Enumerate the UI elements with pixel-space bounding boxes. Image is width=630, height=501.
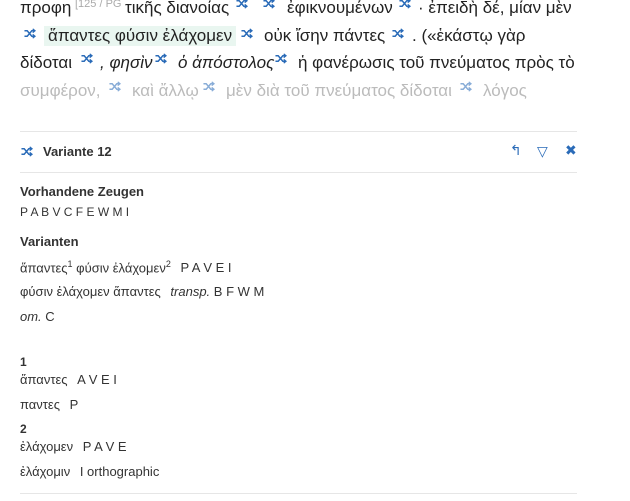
subvariant-text: ἐλάχομεν [20, 439, 74, 454]
shuffle-icon[interactable] [154, 53, 167, 64]
shuffle-icon[interactable] [80, 53, 93, 64]
shuffle-icon[interactable] [398, 0, 411, 9]
variant-note: transp. [170, 284, 211, 299]
variants-heading: Varianten [20, 234, 79, 249]
word: τικῆς διανοίας [125, 0, 230, 17]
page-reference: [125 / PG [75, 0, 122, 10]
word: δίδοται [20, 53, 72, 72]
subvariant-sigla: P [69, 397, 79, 412]
shuffle-icon[interactable] [391, 28, 404, 39]
word: , φησὶν [100, 53, 153, 72]
shuffle-icon[interactable] [202, 81, 215, 92]
subvariant-text: ἅπαντες [20, 372, 68, 387]
subvariant-text: παντες [20, 397, 60, 412]
word: ὁ ἀπόστολος [178, 53, 275, 72]
word: οὐκ ἴσην πάντες [264, 26, 386, 45]
shuffle-icon[interactable] [235, 0, 248, 9]
shuffle-icon[interactable] [240, 28, 253, 39]
subvariant-row[interactable]: ἅπαντες A V E I [20, 372, 117, 387]
back-arrow-icon[interactable]: ↰ [510, 142, 522, 159]
divider [20, 131, 577, 132]
word: προφη [20, 0, 72, 17]
shuffle-icon[interactable] [108, 81, 121, 92]
word: ἐφικνουμένων [287, 0, 393, 17]
shuffle-icon[interactable] [262, 0, 275, 9]
divider [20, 172, 577, 173]
shuffle-icon[interactable] [23, 28, 36, 39]
variant-sigla: C [45, 309, 55, 324]
subvariant-text: ἐλάχομιν [20, 464, 71, 479]
variant-text: φύσιν ἐλάχομεν [76, 260, 166, 276]
footnote-ref: 1 [67, 259, 73, 269]
variant-text: φύσιν ἐλάχομεν ἅπαντες [20, 284, 161, 299]
subvariant-sigla: I orthographic [79, 464, 160, 479]
variant-reading-1[interactable]: ἅπαντες1 φύσιν ἐλάχομεν2 P A V E I [20, 259, 232, 275]
shuffle-icon [20, 146, 33, 157]
variant-note: om. [20, 309, 42, 324]
shuffle-icon[interactable] [459, 81, 472, 92]
subvariant-sigla: P A V E [82, 439, 127, 454]
subvariant-row[interactable]: παντες P [20, 397, 78, 412]
variant-panel-title: Variante 12 [43, 144, 112, 159]
variant-sigla: P A V E I [180, 260, 232, 276]
variant-text: ἅπαντες [20, 260, 68, 276]
shuffle-icon[interactable] [274, 53, 287, 64]
word: · ἐπειδὴ δέ, μίαν μὲν [418, 0, 572, 17]
word: καὶ ἄλλῳ [132, 81, 199, 100]
close-icon[interactable]: ✖ [565, 142, 577, 159]
filter-icon[interactable]: ▽ [537, 143, 548, 160]
word: . («ἑκάστῳ γὰρ [412, 26, 526, 45]
word: συμφέρον, [20, 81, 101, 100]
subvariant-number: 1 [20, 355, 27, 369]
witnesses-heading: Vorhandene Zeugen [20, 184, 144, 199]
highlighted-lemma[interactable]: ἅπαντες φύσιν ἐλάχομεν [44, 26, 237, 46]
word: λόγος [483, 81, 527, 100]
variant-reading-3[interactable]: om. C [20, 309, 55, 324]
variant-sigla: B F W M [213, 284, 265, 299]
subvariant-sigla: A V E I [77, 372, 117, 387]
subvariant-row[interactable]: ἐλάχομεν P A V E [20, 439, 127, 454]
footnote-ref: 2 [165, 259, 171, 269]
divider [20, 493, 577, 494]
subvariant-number: 2 [20, 422, 27, 436]
subvariant-row[interactable]: ἐλάχομιν I orthographic [20, 464, 159, 479]
word: ἡ φανέρωσις τοῦ πνεύματος πρὸς τὸ [298, 53, 575, 72]
witness-list: P A B V C F E W M I [20, 205, 130, 219]
word: μὲν διὰ τοῦ πνεύματος δίδοται [226, 81, 452, 100]
variant-reading-2[interactable]: φύσιν ἐλάχομεν ἅπαντες transp. B F W M [20, 284, 264, 299]
